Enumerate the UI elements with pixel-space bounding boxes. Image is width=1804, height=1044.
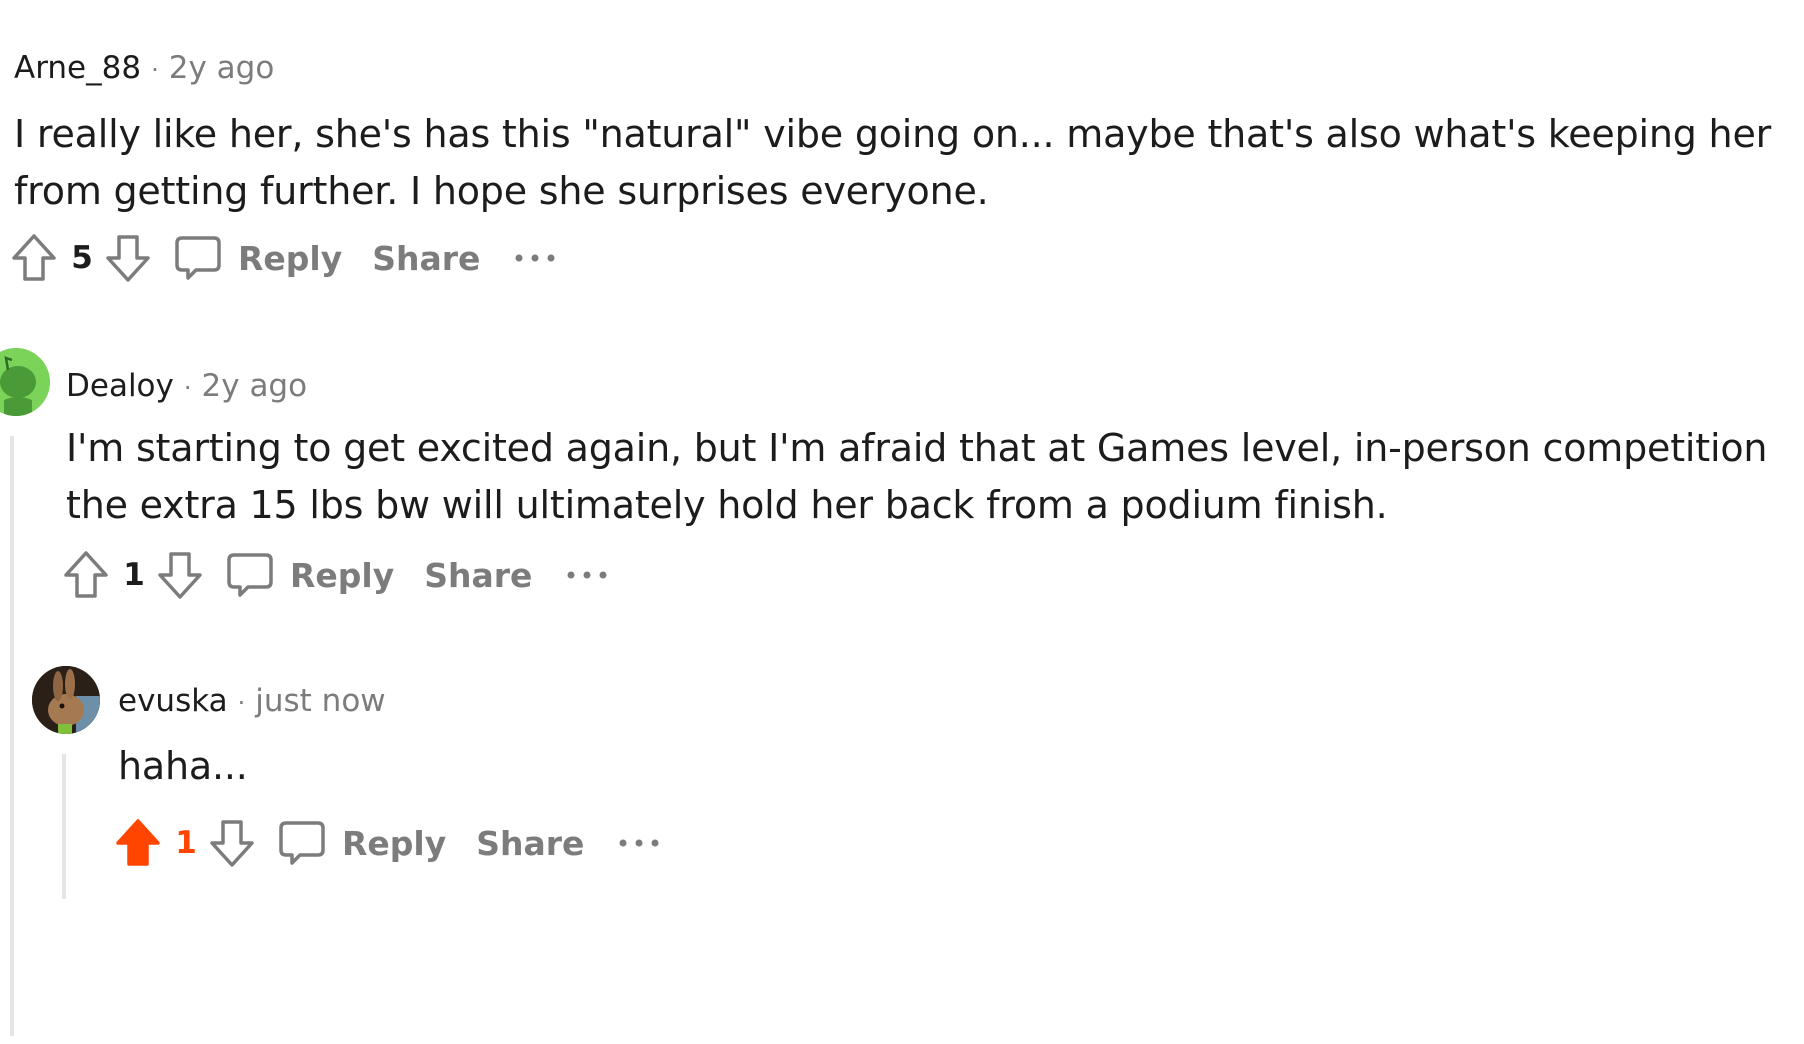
downvote-button[interactable]	[104, 232, 152, 284]
thread-line[interactable]	[62, 754, 66, 899]
share-button[interactable]: Share	[476, 824, 584, 863]
comment-meta: Arne_88 · 2y ago	[14, 50, 274, 86]
reply-button[interactable]: Reply	[226, 549, 394, 601]
more-icon	[515, 254, 555, 262]
vote-count: 1	[175, 825, 197, 861]
comment-actions: 5 Reply Share	[10, 228, 556, 288]
comment-timestamp[interactable]: 2y ago	[169, 50, 275, 86]
comment-author[interactable]: evuska	[118, 683, 228, 719]
upvote-button[interactable]	[62, 549, 110, 601]
share-label: Share	[476, 823, 585, 863]
meta-separator: ·	[237, 689, 246, 717]
comment-actions: 1 Reply Share	[114, 813, 660, 873]
reply-label: Reply	[238, 238, 343, 278]
upvote-button[interactable]	[10, 232, 58, 284]
comment-body-line: I'm starting to get excited again, but I…	[66, 426, 1768, 470]
downvote-button[interactable]	[156, 549, 204, 601]
reply-button[interactable]: Reply	[174, 232, 342, 284]
comment-body-line: haha...	[118, 744, 248, 788]
comment-body: I really like her, she's has this "natur…	[14, 106, 1771, 220]
more-options-button[interactable]	[566, 569, 608, 581]
comment-author[interactable]: Dealoy	[66, 368, 174, 404]
share-button[interactable]: Share	[424, 556, 532, 595]
comment-body-line: I really like her, she's has this "natur…	[14, 112, 1772, 156]
meta-separator: ·	[183, 374, 192, 402]
user-avatar[interactable]	[32, 666, 100, 734]
downvote-arrow-icon	[210, 820, 254, 867]
share-button[interactable]: Share	[372, 239, 480, 278]
reply-label: Reply	[342, 823, 447, 863]
comment-actions: 1 Reply Share	[62, 545, 608, 605]
upvote-arrow-icon	[12, 234, 56, 281]
reply-label: Reply	[290, 555, 395, 595]
upvote-button[interactable]	[114, 817, 162, 869]
comment-meta: Dealoy · 2y ago	[66, 368, 307, 404]
user-avatar[interactable]	[0, 348, 50, 416]
reply-button[interactable]: Reply	[278, 817, 446, 869]
downvote-button[interactable]	[208, 817, 256, 869]
more-options-button[interactable]	[514, 252, 556, 264]
upvote-arrow-icon	[64, 551, 108, 598]
vote-count: 5	[71, 240, 93, 276]
comment-timestamp[interactable]: 2y ago	[202, 368, 308, 404]
comment-body-line: from getting further. I hope she surpris…	[14, 169, 989, 213]
downvote-arrow-icon	[158, 552, 202, 599]
snoo-avatar-icon	[0, 348, 50, 416]
rabbit-photo-avatar-icon	[32, 666, 100, 734]
comment-author[interactable]: Arne_88	[14, 50, 141, 86]
vote-count: 1	[123, 557, 145, 593]
comment-meta: evuska · just now	[118, 683, 386, 719]
share-label: Share	[424, 555, 533, 595]
more-icon	[567, 571, 607, 579]
comment-body-line: the extra 15 lbs bw will ultimately hold…	[66, 483, 1388, 527]
more-icon	[619, 839, 659, 847]
comment-body: I'm starting to get excited again, but I…	[66, 420, 1767, 534]
comment-bubble-icon	[227, 553, 273, 597]
comment-timestamp[interactable]: just now	[255, 683, 385, 719]
comment-body: haha...	[118, 738, 248, 795]
share-label: Share	[372, 238, 481, 278]
downvote-arrow-icon	[106, 235, 150, 282]
comment-bubble-icon	[279, 821, 325, 865]
more-options-button[interactable]	[618, 837, 660, 849]
meta-separator: ·	[151, 56, 159, 84]
thread-line[interactable]	[10, 436, 14, 1036]
comment-bubble-icon	[175, 236, 221, 280]
upvote-arrow-filled-icon	[116, 819, 160, 866]
